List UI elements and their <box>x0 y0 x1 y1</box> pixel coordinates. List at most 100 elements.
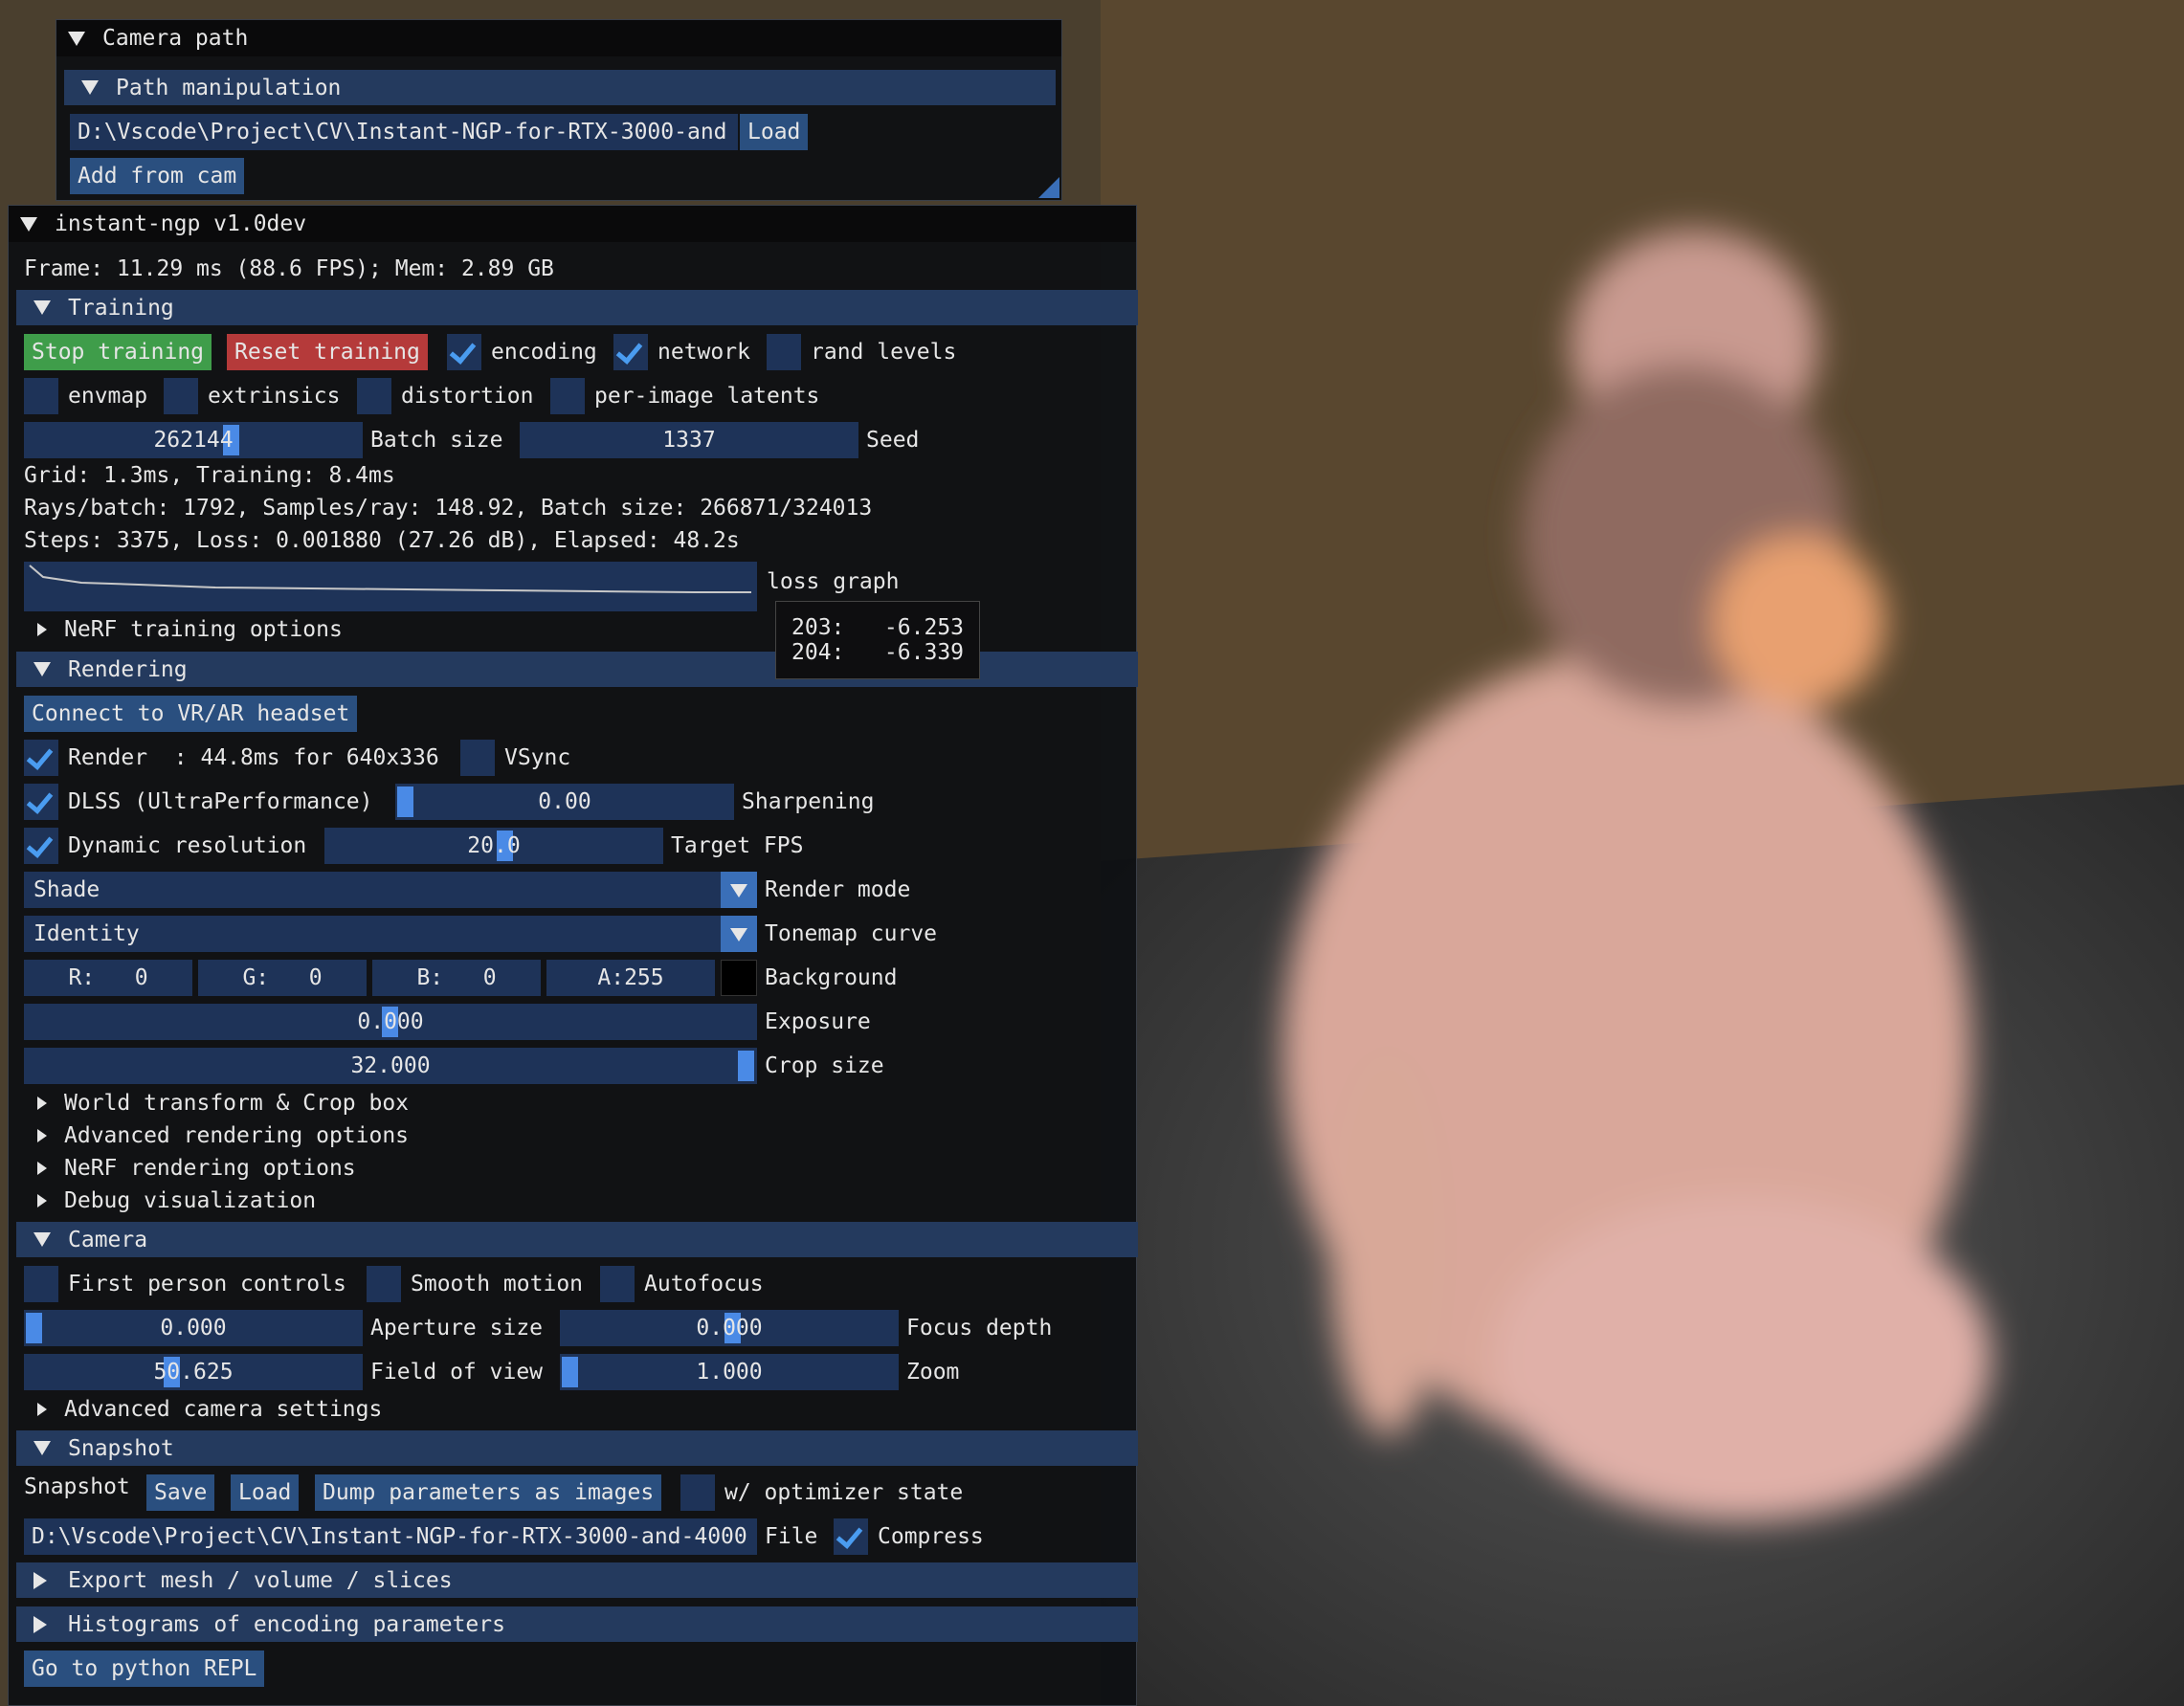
dlss-checkbox[interactable] <box>24 784 58 820</box>
histograms-header[interactable]: Histograms of encoding parameters <box>16 1606 1138 1642</box>
network-checkbox[interactable] <box>613 334 648 370</box>
fov-text: Field of view <box>370 1360 544 1385</box>
optimizer-state-checkbox[interactable] <box>680 1474 715 1511</box>
file-label: File <box>765 1518 817 1555</box>
slider-grab[interactable] <box>738 1051 754 1081</box>
fov-slider[interactable]: 50.625 <box>24 1354 363 1390</box>
camera-path-titlebar[interactable]: Camera path <box>56 20 1061 56</box>
loss-graph[interactable] <box>24 562 757 611</box>
crop-size-slider[interactable]: 32.000 <box>24 1048 757 1084</box>
zoom-label: Zoom <box>906 1354 959 1390</box>
slider-grab[interactable] <box>562 1357 578 1387</box>
chevron-down-icon[interactable] <box>721 872 757 908</box>
snapshot-file-input[interactable]: D:\Vscode\Project\CV\Instant-NGP-for-RTX… <box>24 1518 757 1555</box>
dump-label: Dump parameters as images <box>323 1480 655 1505</box>
aperture-text: Aperture size <box>370 1316 544 1340</box>
autofocus-checkbox[interactable] <box>600 1266 635 1302</box>
seed-text: Seed <box>866 428 920 453</box>
dump-parameters-button[interactable]: Dump parameters as images <box>315 1474 662 1511</box>
advanced-rendering-node[interactable]: Advanced rendering options <box>37 1120 409 1151</box>
distortion-text: distortion <box>401 384 534 409</box>
debug-visualization-node[interactable]: Debug visualization <box>37 1185 316 1216</box>
expand-arrow-icon <box>37 1403 47 1416</box>
envmap-label: envmap <box>68 378 147 414</box>
color-b-input[interactable]: B: 0 <box>372 960 541 996</box>
training-header[interactable]: Training <box>16 290 1138 325</box>
collapse-triangle-icon[interactable] <box>68 31 85 46</box>
encoding-checkbox[interactable] <box>447 334 481 370</box>
save-label: Save <box>154 1480 208 1505</box>
network-label: network <box>657 334 750 370</box>
target-fps-slider[interactable]: 20.0 <box>324 828 663 864</box>
zoom-value: 1.000 <box>696 1360 763 1385</box>
exposure-slider[interactable]: 0.000 <box>24 1004 757 1040</box>
seed-input[interactable]: 1337 <box>520 422 858 458</box>
histograms-label: Histograms of encoding parameters <box>68 1611 505 1637</box>
render-checkbox[interactable] <box>24 740 58 776</box>
per-image-latents-label: per-image latents <box>594 378 819 414</box>
tonemap-select[interactable]: Identity <box>24 916 757 952</box>
render-mode-select[interactable]: Shade <box>24 872 757 908</box>
reset-training-button[interactable]: Reset training <box>227 334 428 370</box>
color-a-input[interactable]: A:255 <box>546 960 715 996</box>
path-manipulation-header[interactable]: Path manipulation <box>64 70 1056 105</box>
color-g-input[interactable]: G: 0 <box>198 960 367 996</box>
path-input[interactable]: D:\Vscode\Project\CV\Instant-NGP-for-RTX… <box>70 114 738 150</box>
extrinsics-label: extrinsics <box>208 378 340 414</box>
focus-depth-slider[interactable]: 0.000 <box>560 1310 899 1346</box>
vsync-checkbox[interactable] <box>460 740 495 776</box>
first-person-checkbox[interactable] <box>24 1266 58 1302</box>
camera-path-window: Camera path Path manipulation D:\Vscode\… <box>56 19 1062 201</box>
connect-vr-button[interactable]: Connect to VR/AR headset <box>24 696 358 732</box>
tonemap-value: Identity <box>33 921 140 946</box>
loss-graph-tooltip: 203: -6.253 204: -6.339 <box>775 601 980 679</box>
save-snapshot-button[interactable]: Save <box>146 1474 215 1511</box>
python-repl-label: Go to python REPL <box>32 1656 257 1681</box>
fov-label: Field of view <box>370 1354 543 1390</box>
encoding-label: encoding <box>491 334 597 370</box>
fov-value: 50.625 <box>153 1360 234 1385</box>
slider-grab[interactable] <box>26 1313 42 1343</box>
batch-size-slider[interactable]: 262144 <box>24 422 363 458</box>
rand-levels-checkbox[interactable] <box>767 334 801 370</box>
resize-grip-icon[interactable] <box>1038 177 1059 198</box>
main-titlebar[interactable]: instant-ngp v1.0dev <box>9 206 1136 242</box>
collapse-triangle-icon[interactable] <box>20 216 37 232</box>
world-transform-node[interactable]: World transform & Crop box <box>37 1088 409 1119</box>
dynamic-resolution-checkbox[interactable] <box>24 828 58 864</box>
snapshot-header[interactable]: Snapshot <box>16 1430 1138 1466</box>
tooltip-line-2: 204: -6.339 <box>791 640 965 665</box>
stop-training-button[interactable]: Stop training <box>24 334 212 370</box>
distortion-checkbox[interactable] <box>357 378 391 414</box>
smooth-motion-label: Smooth motion <box>411 1266 583 1302</box>
rays-info: Rays/batch: 1792, Samples/ray: 148.92, B… <box>24 493 872 523</box>
nerf-rendering-node[interactable]: NeRF rendering options <box>37 1153 356 1184</box>
zoom-slider[interactable]: 1.000 <box>560 1354 899 1390</box>
load-snapshot-button[interactable]: Load <box>231 1474 300 1511</box>
compress-checkbox[interactable] <box>834 1518 868 1555</box>
snapshot-file-value: D:\Vscode\Project\CV\Instant-NGP-for-RTX… <box>32 1524 747 1549</box>
load-path-button[interactable]: Load <box>740 114 809 150</box>
nerf-training-options-node[interactable]: NeRF training options <box>37 613 343 646</box>
chevron-down-icon[interactable] <box>721 916 757 952</box>
envmap-checkbox[interactable] <box>24 378 58 414</box>
aperture-slider[interactable]: 0.000 <box>24 1310 363 1346</box>
color-r-input[interactable]: R: 0 <box>24 960 192 996</box>
python-repl-button[interactable]: Go to python REPL <box>24 1651 265 1687</box>
camera-header[interactable]: Camera <box>16 1222 1138 1257</box>
envmap-text: envmap <box>68 384 148 409</box>
export-mesh-header[interactable]: Export mesh / volume / slices <box>16 1562 1138 1598</box>
advanced-camera-node[interactable]: Advanced camera settings <box>37 1394 382 1425</box>
rays-info-text: Rays/batch: 1792, Samples/ray: 148.92, B… <box>24 496 873 521</box>
batch-size-label: Batch size <box>370 422 502 458</box>
slider-grab[interactable] <box>397 787 413 817</box>
collapse-triangle-icon <box>33 1232 51 1247</box>
extrinsics-checkbox[interactable] <box>164 378 198 414</box>
background-color-swatch[interactable] <box>721 960 757 996</box>
add-from-cam-button[interactable]: Add from cam <box>70 158 245 194</box>
per-image-latents-checkbox[interactable] <box>550 378 585 414</box>
collapse-triangle-icon <box>33 1441 51 1455</box>
smooth-motion-checkbox[interactable] <box>367 1266 401 1302</box>
sharpening-slider[interactable]: 0.00 <box>395 784 734 820</box>
exposure-label: Exposure <box>765 1004 871 1040</box>
